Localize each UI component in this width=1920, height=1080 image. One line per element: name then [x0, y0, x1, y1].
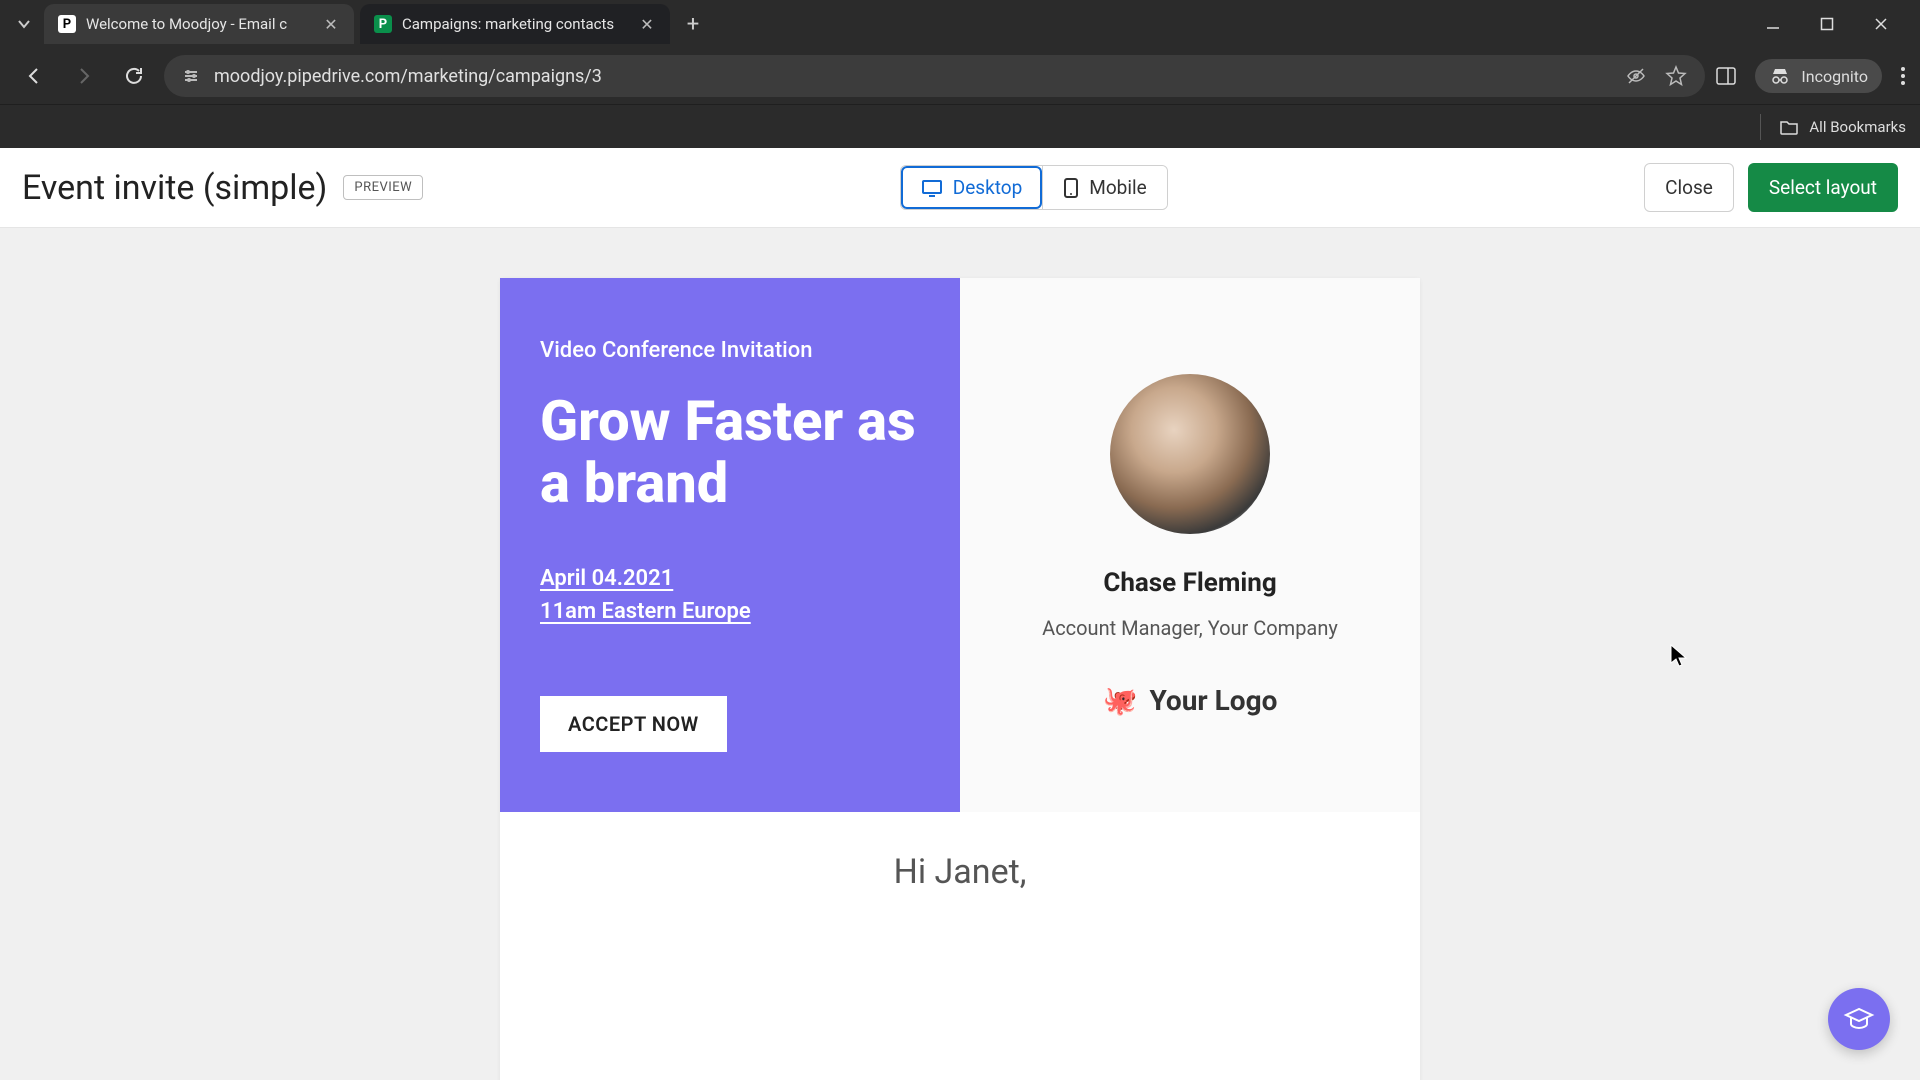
view-mobile-button[interactable]: Mobile — [1042, 166, 1166, 209]
email-hero: Video Conference Invitation Grow Faster … — [500, 278, 1420, 812]
hero-left-panel: Video Conference Invitation Grow Faster … — [500, 278, 960, 812]
logo-mark-icon: 🐙 — [1103, 684, 1138, 717]
folder-icon — [1779, 117, 1799, 137]
url-text: moodjoy.pipedrive.com/marketing/campaign… — [214, 66, 1611, 87]
url-bar[interactable]: moodjoy.pipedrive.com/marketing/campaign… — [164, 55, 1705, 97]
window-controls — [1760, 11, 1910, 37]
maximize-icon[interactable] — [1814, 11, 1840, 37]
forward-button — [64, 56, 104, 96]
side-panel-icon[interactable] — [1715, 65, 1737, 87]
tab-title: Campaigns: marketing contacts — [402, 15, 628, 33]
hero-right-panel: Chase Fleming Account Manager, Your Comp… — [960, 278, 1420, 812]
close-tab-icon[interactable]: ✕ — [322, 15, 340, 33]
favicon-icon: P — [374, 15, 392, 33]
minimize-icon[interactable] — [1760, 11, 1786, 37]
all-bookmarks-label: All Bookmarks — [1809, 118, 1906, 136]
view-desktop-button[interactable]: Desktop — [901, 166, 1043, 209]
app-header: Event invite (simple) PREVIEW Desktop Mo… — [0, 148, 1920, 228]
view-mobile-label: Mobile — [1089, 176, 1146, 199]
presenter-avatar — [1110, 374, 1270, 534]
site-settings-icon[interactable] — [182, 67, 200, 85]
tab-search-chevron-icon[interactable] — [10, 10, 38, 38]
email-body: Hi Janet, — [500, 812, 1420, 932]
accept-now-button[interactable]: ACCEPT NOW — [540, 696, 727, 752]
back-button[interactable] — [14, 56, 54, 96]
preview-badge: PREVIEW — [343, 175, 423, 200]
kebab-menu-icon[interactable] — [1900, 65, 1906, 87]
close-window-icon[interactable] — [1868, 11, 1894, 37]
bookmarks-bar: All Bookmarks — [0, 104, 1920, 148]
preview-canvas: Video Conference Invitation Grow Faster … — [0, 228, 1920, 1080]
favicon-icon: P — [58, 15, 76, 33]
hero-date-line2: 11am Eastern Europe — [540, 595, 920, 628]
incognito-icon — [1769, 65, 1791, 87]
help-fab[interactable] — [1828, 988, 1890, 1050]
mobile-icon — [1063, 177, 1079, 199]
desktop-icon — [921, 177, 943, 199]
page-title: Event invite (simple) — [22, 168, 327, 208]
divider — [1760, 114, 1761, 140]
preview-scroll[interactable]: Video Conference Invitation Grow Faster … — [0, 228, 1920, 1080]
select-layout-button[interactable]: Select layout — [1748, 163, 1898, 212]
tab-title: Welcome to Moodjoy - Email c — [86, 15, 312, 33]
presenter-title: Account Manager, Your Company — [1042, 616, 1338, 640]
email-greeting: Hi Janet, — [560, 852, 1360, 892]
graduation-cap-icon — [1843, 1003, 1875, 1035]
all-bookmarks-button[interactable]: All Bookmarks — [1779, 117, 1906, 137]
address-bar: moodjoy.pipedrive.com/marketing/campaign… — [0, 48, 1920, 104]
view-desktop-label: Desktop — [953, 176, 1023, 199]
hero-headline: Grow Faster as a brand — [540, 391, 920, 514]
presenter-name: Chase Fleming — [1103, 568, 1276, 598]
tab-strip: P Welcome to Moodjoy - Email c ✕ P Campa… — [0, 0, 1920, 48]
incognito-chip[interactable]: Incognito — [1755, 59, 1882, 93]
hero-date: April 04.2021 11am Eastern Europe — [540, 562, 920, 628]
close-tab-icon[interactable]: ✕ — [638, 15, 656, 33]
logo-text: Your Logo — [1149, 684, 1277, 717]
reload-button[interactable] — [114, 56, 154, 96]
browser-tab-active[interactable]: P Welcome to Moodjoy - Email c ✕ — [44, 4, 354, 44]
browser-tab[interactable]: P Campaigns: marketing contacts ✕ — [360, 4, 670, 44]
company-logo: 🐙 Your Logo — [1103, 684, 1278, 717]
new-tab-button[interactable]: + — [676, 7, 710, 41]
star-icon[interactable] — [1665, 65, 1687, 87]
eye-off-icon[interactable] — [1625, 65, 1647, 87]
email-preview: Video Conference Invitation Grow Faster … — [500, 278, 1420, 1080]
browser-chrome: P Welcome to Moodjoy - Email c ✕ P Campa… — [0, 0, 1920, 148]
incognito-label: Incognito — [1801, 67, 1868, 86]
hero-date-line1: April 04.2021 — [540, 562, 920, 595]
close-button[interactable]: Close — [1644, 163, 1734, 212]
view-toggle: Desktop Mobile — [900, 165, 1168, 210]
hero-kicker: Video Conference Invitation — [540, 338, 920, 363]
